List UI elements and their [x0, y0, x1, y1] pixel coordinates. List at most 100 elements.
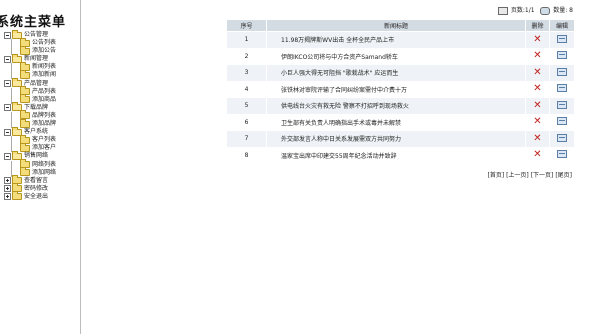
collapse-icon[interactable]	[4, 55, 11, 63]
tree-line	[11, 63, 12, 72]
menu-item-label: 品牌列表	[32, 111, 57, 119]
menu-group-label: 公告管理	[24, 31, 49, 38]
news-title[interactable]: 小巨人强大得无可阻挡 "歌栽战术" 应运而生	[266, 64, 526, 82]
pager-prev[interactable]: [上一页]	[506, 172, 529, 179]
folder-icon	[20, 70, 30, 80]
edit-icon[interactable]	[557, 34, 567, 43]
header-edit: 编辑	[549, 19, 575, 32]
news-title[interactable]: 伊朗IKCO公司将与中方合资产Samand轿车	[266, 47, 526, 65]
tree-line	[11, 160, 12, 169]
pager-next[interactable]: [下一页]	[531, 172, 554, 179]
pager: [首页] [上一页] [下一页] [尾页]	[487, 170, 572, 179]
edit-icon[interactable]	[557, 150, 567, 159]
folder-icon	[20, 94, 30, 104]
menu-item-label: 添加新闻	[32, 71, 57, 79]
delete-icon[interactable]: ✕	[533, 67, 541, 78]
menu-item[interactable]: 品牌列表	[4, 110, 80, 120]
delete-icon[interactable]: ✕	[533, 50, 541, 61]
menu-group[interactable]: 客户系统	[4, 126, 80, 136]
delete-icon[interactable]: ✕	[533, 34, 541, 45]
pager-first[interactable]: [首页]	[487, 172, 504, 179]
pages-label: 页数:1/1	[510, 7, 535, 14]
news-title[interactable]: 卫生部有关负责人明确指出手术或毒并未解禁	[266, 113, 526, 131]
sidebar-title: 系统主菜单	[0, 15, 67, 30]
table-row: 1 11.98万揭牌斯WV出击 全杯全民产品上市 ✕	[226, 31, 575, 49]
news-title[interactable]: 供电线台火灾有救无险 警察不打招呼到现场救火	[266, 97, 526, 115]
delete-icon[interactable]: ✕	[533, 149, 541, 160]
menu-group[interactable]: 销售网络	[4, 150, 80, 160]
menu-item[interactable]: 公告列表	[4, 37, 80, 48]
collapse-icon[interactable]	[4, 80, 11, 88]
menu-group[interactable]: 安全退出	[4, 191, 80, 201]
count-label: 数量: 8	[553, 7, 573, 14]
table-header-row: 序号 新闻标题 删除 编辑	[226, 19, 575, 32]
delete-cell: ✕	[525, 146, 550, 164]
row-number: 1	[226, 31, 267, 49]
menu-item-label: 产品列表	[32, 87, 57, 95]
delete-cell: ✕	[525, 97, 550, 115]
edit-cell	[549, 31, 575, 49]
sidebar: 系统主菜单 公告管理 公告列表 添加公告 新闻管理 新闻列表 添加新闻 产品管理 产品列表 添加…	[0, 0, 81, 334]
delete-icon[interactable]: ✕	[533, 116, 541, 127]
news-title[interactable]: 张铁林对审院评输了合同纠纷案需付中介费十万	[266, 80, 526, 98]
top-info: 页数:1/1 数量: 8	[497, 5, 573, 15]
edit-cell	[549, 130, 575, 148]
collapse-icon[interactable]	[4, 31, 11, 39]
delete-icon[interactable]: ✕	[533, 100, 541, 111]
menu-group-label: 密码修改	[24, 184, 49, 192]
menu-group-label: 新闻管理	[24, 55, 49, 63]
menu-item-label: 网络列表	[32, 160, 57, 168]
tree-line	[11, 39, 12, 48]
tree-line	[11, 111, 12, 120]
menu-group[interactable]: 公告管理	[4, 29, 80, 39]
header-no: 序号	[226, 19, 267, 32]
edit-icon[interactable]	[557, 51, 567, 60]
table-row: 2 伊朗IKCO公司将与中方合资产Samand轿车 ✕	[226, 47, 575, 65]
news-title[interactable]: 温家宝出席中印建交55周年纪念活动并致辞	[266, 146, 526, 164]
delete-icon[interactable]: ✕	[533, 133, 541, 144]
edit-cell	[549, 113, 575, 131]
delete-icon[interactable]: ✕	[533, 83, 541, 94]
expand-icon[interactable]	[4, 185, 11, 193]
edit-icon[interactable]	[557, 100, 567, 109]
menu-group-label: 销售网络	[24, 152, 49, 160]
menu-tree: 公告管理 公告列表 添加公告 新闻管理 新闻列表 添加新闻 产品管理 产品列表 添加商品 下载品牌…	[4, 29, 80, 201]
delete-cell: ✕	[525, 80, 550, 98]
news-title[interactable]: 11.98万揭牌斯WV出击 全杯全民产品上市	[266, 31, 526, 49]
count-icon	[540, 6, 551, 15]
collapse-icon[interactable]	[4, 104, 11, 112]
row-number: 2	[226, 47, 267, 65]
collapse-icon[interactable]	[4, 128, 11, 136]
menu-item-label: 新闻列表	[32, 63, 57, 71]
edit-cell	[549, 146, 575, 164]
menu-group-label: 下载品牌	[24, 103, 49, 111]
menu-group[interactable]: 产品管理	[4, 78, 80, 88]
news-table: 序号 新闻标题 删除 编辑 1 11.98万揭牌斯WV出击 全杯全民产品上市 ✕ 2 伊…	[226, 19, 575, 164]
menu-group[interactable]: 下载品牌	[4, 102, 80, 112]
edit-icon[interactable]	[557, 117, 567, 126]
pager-last[interactable]: [尾页]	[555, 172, 572, 179]
edit-icon[interactable]	[557, 67, 567, 76]
header-delete: 删除	[525, 19, 550, 32]
edit-cell	[549, 97, 575, 115]
expand-icon[interactable]	[4, 177, 11, 185]
delete-cell: ✕	[525, 64, 550, 82]
news-title[interactable]: 外交部发言人称中日关系发展需双方共同努力	[266, 130, 526, 148]
edit-icon[interactable]	[557, 133, 567, 142]
tree-line	[11, 87, 12, 96]
table-row: 4 张铁林对审院评输了合同纠纷案需付中介费十万 ✕	[226, 80, 575, 98]
folder-icon	[12, 191, 22, 201]
delete-cell: ✕	[525, 47, 550, 65]
menu-item-label: 添加商品	[32, 95, 57, 103]
menu-item[interactable]: 产品列表	[4, 86, 80, 96]
table-row: 3 小巨人强大得无可阻挡 "歌栽战术" 应运而生 ✕	[226, 64, 575, 82]
menu-item-label: 添加网络	[32, 168, 57, 176]
pages-icon	[497, 6, 508, 15]
menu-item[interactable]: 网络列表	[4, 159, 80, 169]
expand-icon[interactable]	[4, 193, 11, 201]
collapse-icon[interactable]	[4, 152, 11, 160]
delete-cell: ✕	[525, 113, 550, 131]
delete-cell: ✕	[525, 130, 550, 148]
edit-icon[interactable]	[557, 84, 567, 93]
delete-cell: ✕	[525, 31, 550, 49]
